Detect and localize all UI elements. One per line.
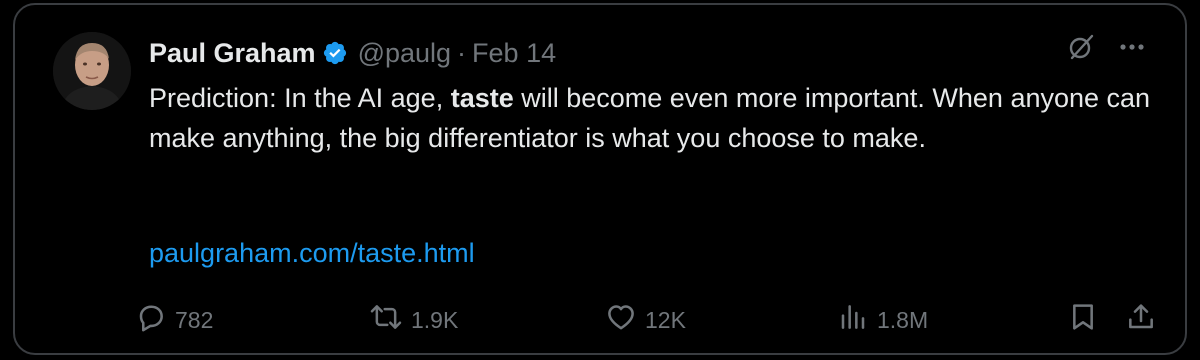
- grok-icon[interactable]: [1067, 33, 1095, 61]
- repost-button[interactable]: 1.9K: [369, 301, 458, 339]
- separator-dot: ·: [457, 37, 467, 68]
- verified-badge-icon[interactable]: [322, 40, 348, 66]
- avatar[interactable]: [53, 32, 131, 110]
- heart-icon: [605, 301, 637, 339]
- action-bar: 782 1.9K 12K 1.8M: [15, 301, 1185, 341]
- tweet-header: Paul Graham @paulg · Feb 14: [149, 33, 556, 73]
- share-button[interactable]: [1125, 301, 1157, 339]
- views-icon: [837, 301, 869, 339]
- reply-icon: [135, 301, 167, 339]
- views-button[interactable]: 1.8M: [837, 301, 928, 339]
- avatar-image: [53, 32, 131, 110]
- like-count: 12K: [645, 306, 686, 333]
- more-icon[interactable]: [1119, 34, 1145, 60]
- bookmark-icon: [1067, 301, 1099, 339]
- tweet-text: Prediction: In the AI age, taste will be…: [149, 78, 1159, 158]
- repost-count: 1.9K: [411, 306, 459, 333]
- tweet-text-bold: taste: [450, 83, 514, 113]
- repost-icon: [369, 301, 403, 339]
- tweet-date[interactable]: Feb 14: [472, 38, 556, 69]
- tweet-link[interactable]: paulgraham.com/taste.html: [149, 233, 475, 273]
- views-count: 1.8M: [877, 306, 929, 333]
- bookmark-button[interactable]: [1067, 301, 1099, 339]
- tweet-card[interactable]: Paul Graham @paulg · Feb 14 Prediction: …: [13, 3, 1187, 355]
- header-icons: [1067, 33, 1145, 61]
- author-name[interactable]: Paul Graham: [149, 38, 316, 69]
- reply-count: 782: [175, 306, 214, 333]
- tweet-text-start: Prediction: In the AI age,: [149, 83, 451, 113]
- author-handle[interactable]: @paulg: [358, 38, 451, 69]
- like-button[interactable]: 12K: [605, 301, 686, 339]
- share-icon: [1125, 301, 1157, 339]
- reply-button[interactable]: 782: [135, 301, 213, 339]
